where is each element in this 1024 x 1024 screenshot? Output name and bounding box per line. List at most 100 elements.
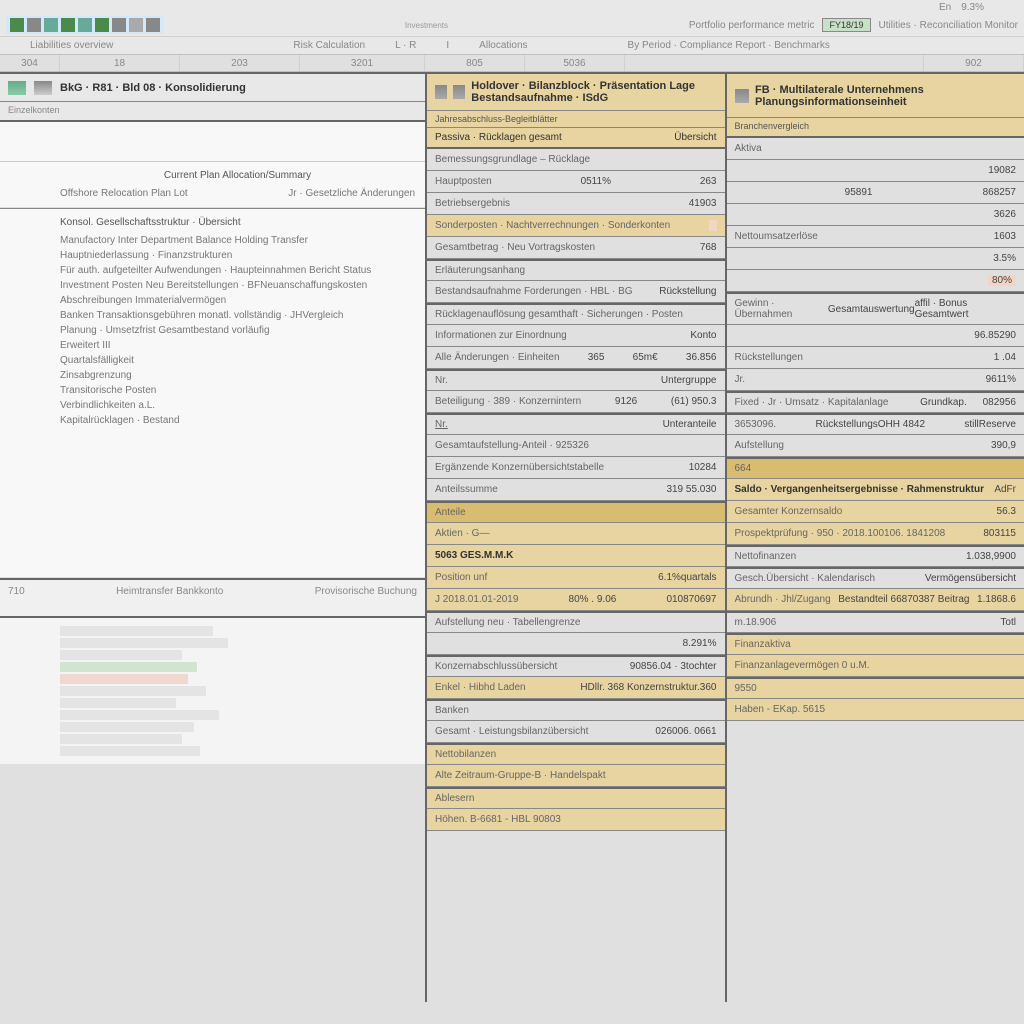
chart-icon[interactable] [10, 18, 24, 32]
data-row[interactable]: 3653096.RückstellungsOHH 4842stillReserv… [727, 413, 1024, 435]
data-row[interactable]: Banken [427, 699, 725, 721]
tools-icon[interactable] [146, 18, 160, 32]
data-row[interactable]: 664 [727, 457, 1024, 479]
data-row[interactable]: Nettofinanzen1.038,9900 [727, 545, 1024, 567]
data-row[interactable]: Finanzanlagevermögen 0 u.M. [727, 655, 1024, 677]
data-row[interactable]: Saldo · Vergangenheitsergebnisse · Rahme… [727, 479, 1024, 501]
left-row-b: Jr · Gesetzliche Änderungen [288, 186, 415, 201]
data-row[interactable]: Höhen. B-6681 - HBL 90803 [427, 809, 725, 831]
data-row[interactable]: 9550 [727, 677, 1024, 699]
data-row[interactable]: Informationen zur EinordnungKonto [427, 325, 725, 347]
list-item[interactable]: Investment Posten Neu Bereitstellungen ·… [60, 278, 415, 293]
user-icon[interactable] [27, 18, 41, 32]
list-item[interactable]: Verbindlichkeiten a.L. [60, 398, 415, 413]
data-row[interactable]: Abrundh · Jhl/ZugangBestandteil 66870387… [727, 589, 1024, 611]
col-hdr[interactable]: 5036 [525, 55, 625, 71]
left-panel: BkG · R81 · Bld 08 · Konsolidierung Einz… [0, 72, 425, 1002]
data-row[interactable]: 3.5% [727, 248, 1024, 270]
data-row[interactable]: Position unf6.1%quartals [427, 567, 725, 589]
left-row-a: Offshore Relocation Plan Lot [60, 186, 188, 201]
data-row[interactable]: Gesamtaufstellung-Anteil · 925326 [427, 435, 725, 457]
grid-icon[interactable] [61, 18, 75, 32]
subtool-item[interactable]: Allocations [479, 40, 527, 51]
sheet-icon [453, 85, 465, 99]
data-row[interactable]: Betriebsergebnis41903 [427, 193, 725, 215]
data-row[interactable]: Nettoumsatzerlöse1603 [727, 226, 1024, 248]
doc-icon[interactable] [44, 18, 58, 32]
col-hdr[interactable]: 18 [60, 55, 180, 71]
data-row[interactable]: Prospektprüfung · 950 · 2018.100106. 184… [727, 523, 1024, 545]
data-row[interactable]: Gesamtbetrag · Neu Vortragskosten768 [427, 237, 725, 259]
data-row[interactable]: 19082 [727, 160, 1024, 182]
data-row[interactable]: Aufstellung neu · Tabellengrenze [427, 611, 725, 633]
list-item[interactable]: Quartalsfälligkeit [60, 353, 415, 368]
export-icon[interactable] [129, 18, 143, 32]
data-row[interactable]: 5063 GES.M.M.K [427, 545, 725, 567]
data-row[interactable]: 95891868257 [727, 182, 1024, 204]
data-row[interactable]: Ergänzende Konzernübersichtstabelle10284 [427, 457, 725, 479]
data-row[interactable]: 96.85290 [727, 325, 1024, 347]
view-icon[interactable] [112, 18, 126, 32]
data-row[interactable]: 80% [727, 270, 1024, 292]
data-row[interactable]: 3626 [727, 204, 1024, 226]
subtool-item[interactable]: By Period · Compliance Report · Benchmar… [628, 40, 830, 51]
list-item[interactable]: Manufactory Inter Department Balance Hol… [60, 233, 415, 248]
col-hdr[interactable]: 902 [924, 55, 1024, 71]
data-row[interactable]: Nr.Untergruppe [427, 369, 725, 391]
col-hdr[interactable]: 203 [180, 55, 300, 71]
subtool-item[interactable]: Liabilities overview [30, 40, 113, 51]
list-item[interactable]: Planung · Umsetzfrist Gesamtbestand vorl… [60, 323, 415, 338]
data-row[interactable]: Anteilssumme319 55.030 [427, 479, 725, 501]
list-item[interactable]: Transitorische Posten [60, 383, 415, 398]
data-row[interactable]: m.18.906Totl [727, 611, 1024, 633]
data-row[interactable]: Aktien · G— [427, 523, 725, 545]
data-row[interactable]: Hauptposten0511%263 [427, 171, 725, 193]
data-row[interactable]: Konzernabschlussübersicht90856.04 · 3toc… [427, 655, 725, 677]
list-item[interactable]: Hauptniederlassung · Finanzstrukturen [60, 248, 415, 263]
data-row[interactable]: Alte Zeitraum-Gruppe-B · Handelspakt [427, 765, 725, 787]
col-hdr[interactable] [625, 55, 924, 71]
data-row[interactable]: Erläuterungsanhang [427, 259, 725, 281]
list-item[interactable]: Für auth. aufgeteilter Aufwendungen · Ha… [60, 263, 415, 278]
list-item[interactable]: Erweitert III [60, 338, 415, 353]
data-row[interactable]: Haben - EKap. 5615 [727, 699, 1024, 721]
lang-indicator: En [939, 2, 951, 13]
list-item[interactable]: Banken Transaktionsgebühren monatl. voll… [60, 308, 415, 323]
data-row[interactable]: Rücklagenauflösung gesamthaft · Sicherun… [427, 303, 725, 325]
data-row[interactable]: Aufstellung390,9 [727, 435, 1024, 457]
data-row[interactable]: Nr.Unteranteile [427, 413, 725, 435]
data-row[interactable]: Nettobilanzen [427, 743, 725, 765]
data-row[interactable]: Gesamt · Leistungsbilanzübersicht026006.… [427, 721, 725, 743]
data-row[interactable]: Ablesern [427, 787, 725, 809]
right-panel-title: FB · Multilaterale Unternehmens Planungs… [755, 84, 1016, 108]
data-row[interactable]: Alle Änderungen · Einheiten36565m€36.856 [427, 347, 725, 369]
data-row[interactable]: Gesamter Konzernsaldo56.3 [727, 501, 1024, 523]
print-icon[interactable] [95, 18, 109, 32]
list-item[interactable]: Kapitalrücklagen · Bestand [60, 413, 415, 428]
list-item[interactable]: Zinsabgrenzung [60, 368, 415, 383]
data-row[interactable]: Gesch.Übersicht · KalendarischVermögensü… [727, 567, 1024, 589]
data-row[interactable]: Bemessungsgrundlage – Rücklage [427, 149, 725, 171]
subtool-item[interactable]: I [446, 40, 449, 51]
data-row[interactable]: Aktiva [727, 138, 1024, 160]
list-item[interactable]: Abschreibungen Immaterialvermögen [60, 293, 415, 308]
data-row[interactable]: Sonderposten · Nachtverrechnungen · Sond… [427, 215, 725, 237]
data-row[interactable]: J 2018.01.01-201980% . 9.06010870697 [427, 589, 725, 611]
data-row[interactable]: Jr.9611% [727, 369, 1024, 391]
data-row[interactable]: Finanzaktiva [727, 633, 1024, 655]
subtool-item[interactable]: Risk Calculation [293, 40, 365, 51]
fiscal-year-badge[interactable]: FY18/19 [822, 18, 870, 32]
calendar-icon[interactable] [78, 18, 92, 32]
subtool-item[interactable]: L · R [395, 40, 416, 51]
data-row[interactable]: Fixed · Jr · Umsatz · KapitalanlageGrund… [727, 391, 1024, 413]
col-hdr[interactable]: 3201 [300, 55, 425, 71]
data-row[interactable]: 8.291% [427, 633, 725, 655]
data-row[interactable]: Bestandsaufnahme Forderungen · HBL · BGR… [427, 281, 725, 303]
data-row[interactable]: Beteiligung · 389 · Konzernintern9126(61… [427, 391, 725, 413]
col-hdr[interactable]: 304 [0, 55, 60, 71]
data-row[interactable]: Rückstellungen1 .04 [727, 347, 1024, 369]
data-row[interactable]: Anteile [427, 501, 725, 523]
data-row[interactable]: Enkel · Hibhd LadenHDllr. 368 Konzernstr… [427, 677, 725, 699]
data-row[interactable]: Gewinn · ÜbernahmenGesamtauswertungaffil… [727, 292, 1024, 325]
col-hdr[interactable]: 805 [425, 55, 525, 71]
